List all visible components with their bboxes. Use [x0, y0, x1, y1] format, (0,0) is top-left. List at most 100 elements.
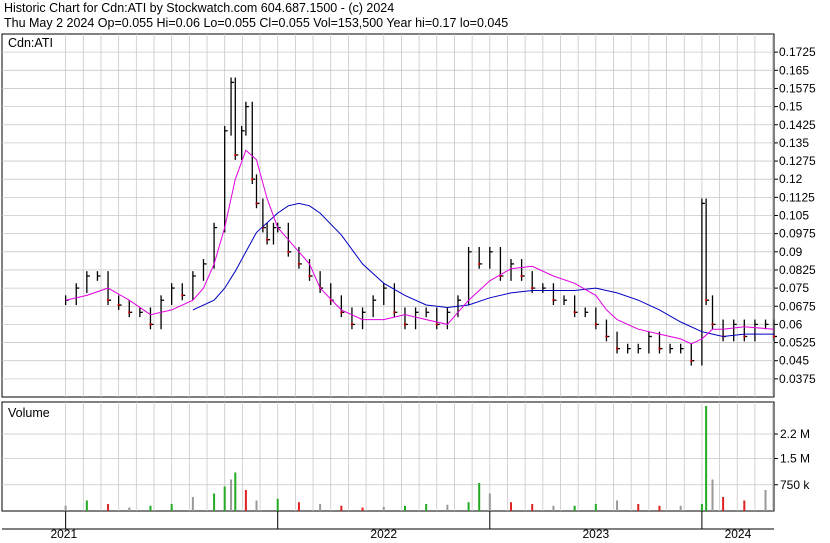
price-down-tick [350, 323, 353, 326]
price-tick-label: 0.1425 [779, 118, 816, 132]
volume-tick-label: 750 k [780, 478, 810, 492]
volume-bar [510, 502, 513, 511]
volume-bar [594, 504, 597, 511]
volume-bar [128, 507, 131, 511]
price-tick-label: 0.0525 [779, 336, 816, 350]
volume-bar [234, 472, 237, 511]
volume-bar [361, 507, 364, 511]
volume-bar [705, 406, 708, 511]
price-down-tick [149, 323, 152, 326]
year-label: 2021 [50, 527, 77, 541]
volume-bar [244, 490, 247, 511]
price-tick-label: 0.1725 [779, 45, 816, 59]
price-down-tick [552, 299, 555, 302]
volume-bar [191, 497, 194, 511]
price-down-tick [107, 299, 110, 302]
price-tick-label: 0.09 [779, 245, 803, 259]
volume-bar [64, 505, 67, 511]
volume-bar [149, 505, 152, 511]
volume-tick-label: 1.5 M [780, 452, 810, 466]
price-down-tick [705, 299, 708, 302]
volume-bar [467, 502, 470, 511]
volume-bar [488, 493, 491, 511]
volume-bar [711, 479, 714, 511]
volume-bar [616, 500, 619, 511]
volume-bar [637, 504, 640, 511]
volume-bar [276, 498, 279, 511]
price-tick-label: 0.0825 [779, 263, 816, 277]
volume-bar [743, 500, 746, 511]
volume-bar [425, 504, 428, 511]
volume-bar [478, 483, 481, 511]
price-down-tick [234, 154, 237, 156]
price-tick-label: 0.15 [779, 100, 803, 114]
price-tick-label: 0.045 [779, 354, 809, 368]
price-tick-label: 0.06 [779, 317, 803, 331]
price-down-tick [711, 323, 714, 326]
price-tick-label: 0.075 [779, 281, 809, 295]
price-down-tick [255, 202, 258, 205]
price-down-tick [340, 311, 343, 314]
price-tick-label: 0.0675 [779, 299, 816, 313]
volume-bar [573, 505, 576, 511]
price-down-tick [181, 294, 184, 297]
price-down-tick [308, 275, 311, 277]
price-down-tick [297, 262, 300, 265]
price-down-tick [690, 359, 693, 362]
price-down-tick [393, 311, 396, 314]
price-down-tick [117, 304, 120, 307]
price-down-tick [573, 311, 576, 314]
price-down-tick [594, 323, 597, 326]
price-down-tick [658, 347, 661, 350]
price-bars-group [64, 77, 777, 366]
volume-bar [658, 505, 661, 511]
price-down-tick [251, 178, 254, 181]
price-tick-label: 0.0975 [779, 227, 816, 241]
volume-bar [403, 505, 406, 511]
price-down-tick [403, 323, 406, 326]
stockwatch-chart: Historic Chart for Cdn:ATI by Stockwatch… [0, 0, 830, 543]
volume-bar [85, 500, 88, 511]
volume-bar [446, 504, 449, 511]
year-label: 2022 [370, 527, 397, 541]
price-down-tick [743, 335, 746, 338]
volume-bar [340, 505, 343, 511]
volume-bar [764, 490, 767, 511]
volume-bar [319, 504, 322, 511]
volume-bar [255, 500, 258, 511]
volume-bar [722, 497, 725, 511]
price-tick-label: 0.12 [779, 172, 803, 186]
price-down-tick [520, 275, 523, 277]
volume-tick-label: 2.2 M [780, 427, 810, 441]
volume-panel-title: Volume [8, 406, 50, 420]
volume-bar [223, 486, 226, 511]
price-tick-label: 0.0375 [779, 372, 816, 386]
price-tick-label: 0.165 [779, 63, 809, 77]
volume-bar [382, 506, 385, 511]
year-label: 2024 [725, 527, 752, 541]
volume-bar [531, 504, 534, 511]
volume-panel-frame [1, 401, 775, 512]
price-tick-label: 0.1575 [779, 81, 816, 95]
volume-bar [230, 479, 233, 511]
price-down-tick [287, 250, 290, 253]
volume-bar [107, 504, 110, 511]
year-label: 2023 [582, 527, 609, 541]
price-down-tick [773, 335, 775, 338]
volume-bar [170, 504, 173, 511]
volume-bar [700, 504, 703, 511]
price-down-tick [531, 287, 534, 290]
price-down-tick [478, 262, 481, 265]
price-tick-label: 0.105 [779, 209, 809, 223]
price-down-tick [616, 347, 619, 350]
price-tick-label: 0.1125 [779, 190, 815, 204]
volume-bar [679, 505, 682, 511]
volume-bar [213, 493, 216, 511]
price-down-tick [435, 323, 438, 326]
price-down-tick [128, 311, 131, 314]
price-down-tick [605, 335, 608, 338]
price-down-tick [266, 238, 269, 241]
price-volume-chart: 0.1725 0.165 0.1575 0.15 0.1425 0.135 0.1275 0.… [1, 33, 816, 541]
volume-bar [297, 502, 300, 511]
volume-bar [552, 505, 555, 511]
